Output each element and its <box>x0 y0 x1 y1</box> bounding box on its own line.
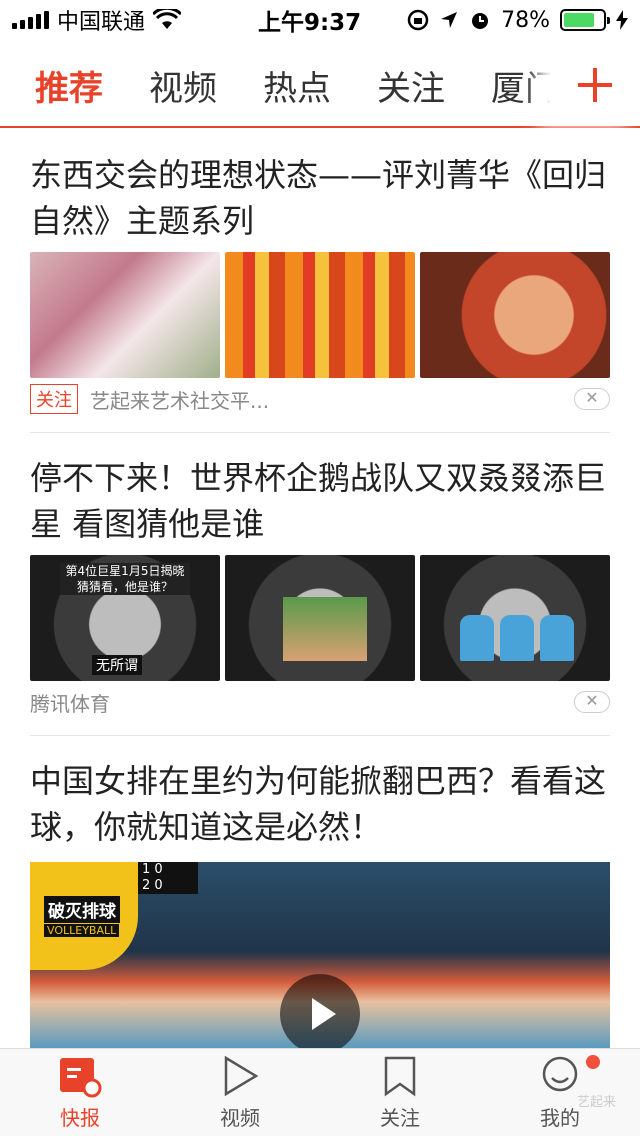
profile-icon <box>542 1056 578 1092</box>
nav-video[interactable]: 视频 <box>160 1049 320 1136</box>
tab-hot[interactable]: 热点 <box>254 61 340 110</box>
clock: 上午9:37 <box>257 10 362 36</box>
battery-icon <box>560 9 610 31</box>
bookmark-icon <box>384 1056 416 1097</box>
bottom-nav: 快报 视频 关注 我的 艺起来 <box>0 1048 640 1136</box>
thumbnail-row: 第4位巨星1月5日揭晓 猜猜看，他是谁？ 无所谓 <box>30 555 610 681</box>
news-feed[interactable]: 东西交会的理想状态——评刘菁华《回归自然》主题系列 关注 艺起来艺术社交平...… <box>0 130 640 1048</box>
dismiss-button[interactable]: ✕ <box>574 388 610 410</box>
nav-kuaibao[interactable]: 快报 <box>0 1049 160 1136</box>
tab-recommend[interactable]: 推荐 <box>26 61 112 110</box>
carrier-label: 中国联通 <box>57 10 146 35</box>
nav-label: 快报 <box>60 1106 100 1130</box>
nav-label: 我的 <box>540 1106 580 1130</box>
news-refresh-icon <box>60 1058 102 1098</box>
watermark: 艺起来 <box>576 1095 616 1110</box>
video-thumbnail[interactable]: 破灭排球 VOLLEYBALL 1 0 2 0 <box>30 862 610 1048</box>
video-logo-subtext: VOLLEYBALL <box>44 924 120 937</box>
charging-icon <box>616 10 628 30</box>
location-icon <box>441 12 458 28</box>
tab-video[interactable]: 视频 <box>140 61 226 110</box>
channel-tabs: 推荐 视频 热点 关注 厦门 <box>0 44 640 128</box>
scoreboard: 1 0 2 0 <box>138 862 198 894</box>
nav-me[interactable]: 我的 <box>480 1049 640 1136</box>
article-title[interactable]: 东西交会的理想状态——评刘菁华《回归自然》主题系列 <box>30 130 610 244</box>
play-icon[interactable] <box>280 974 360 1048</box>
score-line: 2 0 <box>142 878 163 893</box>
play-outline-icon <box>224 1055 259 1097</box>
article-meta: 腾讯体育 ✕ <box>30 681 610 723</box>
alarm-icon <box>472 13 489 29</box>
nav-follow[interactable]: 关注 <box>320 1049 480 1136</box>
nav-label: 关注 <box>380 1106 420 1130</box>
video-logo-text: 破灭排球 <box>44 896 120 923</box>
article-card[interactable]: 停不下来！世界杯企鹅战队又双叒叕添巨星 看图猜他是谁 第4位巨星1月5日揭晓 猜… <box>0 433 640 736</box>
thumbnail-row <box>30 252 610 378</box>
article-title[interactable]: 中国女排在里约为何能掀翻巴西？看看这球，你就知道这是必然！ <box>30 736 610 850</box>
battery-fill <box>564 13 594 27</box>
signal-icon <box>12 11 49 29</box>
thumbnail-image[interactable] <box>420 252 610 378</box>
thumbnail-image[interactable] <box>225 252 415 378</box>
nav-label: 视频 <box>220 1106 260 1130</box>
battery-percent: 78% <box>501 7 550 33</box>
article-card[interactable]: 东西交会的理想状态——评刘菁华《回归自然》主题系列 关注 艺起来艺术社交平...… <box>0 130 640 433</box>
rotation-lock-icon <box>407 9 429 31</box>
thumbnail-caption: 第4位巨星1月5日揭晓 猜猜看，他是谁？ <box>60 563 190 595</box>
thumbnail-image[interactable] <box>225 555 415 681</box>
article-card[interactable]: 中国女排在里约为何能掀翻巴西？看看这球，你就知道这是必然！ 破灭排球 VOLLE… <box>0 736 640 1048</box>
plus-icon <box>578 68 612 102</box>
source-label: 艺起来艺术社交平... <box>90 388 270 413</box>
thumbnail-image[interactable] <box>420 555 610 681</box>
status-bar: 中国联通 上午9:37 78% <box>0 0 640 40</box>
article-title[interactable]: 停不下来！世界杯企鹅战队又双叒叕添巨星 看图猜他是谁 <box>30 433 610 547</box>
score-line: 1 0 <box>142 862 163 877</box>
thumbnail-caption: 无所谓 <box>92 655 142 675</box>
wifi-icon <box>153 9 182 29</box>
add-channel-button[interactable] <box>550 44 640 126</box>
dismiss-button[interactable]: ✕ <box>574 691 610 713</box>
tab-follow[interactable]: 关注 <box>368 61 454 110</box>
source-label: 腾讯体育 <box>30 691 110 716</box>
notification-dot <box>586 1055 600 1069</box>
follow-button[interactable]: 关注 <box>30 384 78 414</box>
article-meta: 关注 艺起来艺术社交平... ✕ <box>30 378 610 420</box>
thumbnail-image[interactable]: 第4位巨星1月5日揭晓 猜猜看，他是谁？ 无所谓 <box>30 555 220 681</box>
thumbnail-image[interactable] <box>30 252 220 378</box>
